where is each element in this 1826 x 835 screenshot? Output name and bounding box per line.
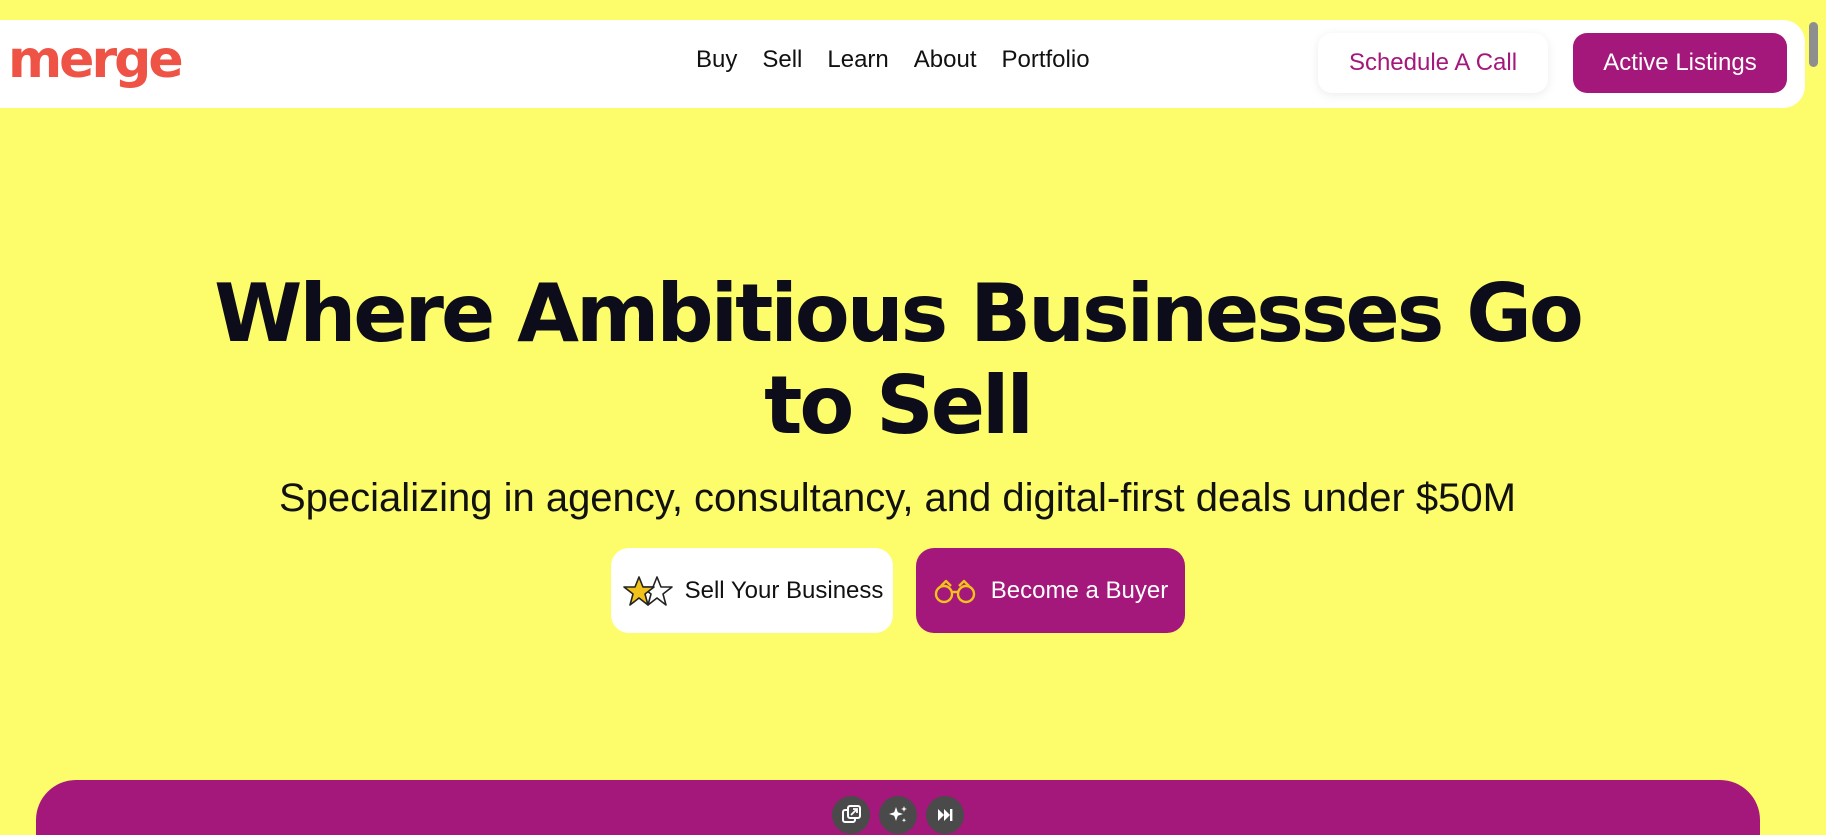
hero-title: Where Ambitious Businesses Go to Sell	[200, 268, 1595, 452]
sparkle-icon[interactable]	[879, 796, 917, 834]
become-buyer-label: Become a Buyer	[990, 576, 1169, 604]
site-header: merge Buy Sell Learn About Portfolio Sch…	[0, 20, 1805, 108]
hero-title-line1: Where Ambitious Businesses Go	[214, 267, 1584, 360]
skip-next-icon[interactable]	[926, 796, 964, 834]
schedule-call-button[interactable]: Schedule A Call	[1318, 33, 1548, 93]
active-listings-button[interactable]: Active Listings	[1573, 33, 1787, 93]
main-nav: Buy Sell Learn About Portfolio	[696, 48, 1090, 72]
sell-business-button[interactable]: Sell Your Business	[611, 548, 893, 633]
nav-portfolio-link[interactable]: Portfolio	[1002, 48, 1090, 72]
media-controls	[832, 796, 964, 834]
hero-title-line2: to Sell	[764, 359, 1034, 452]
nav-buy-link[interactable]: Buy	[696, 48, 737, 72]
logo[interactable]: merge	[8, 34, 184, 86]
hero-subtitle: Specializing in agency, consultancy, and…	[279, 476, 1516, 520]
nav-about-link[interactable]: About	[914, 48, 977, 72]
stars-icon	[621, 573, 679, 609]
nav-learn-link[interactable]: Learn	[827, 48, 888, 72]
binoculars-icon	[933, 577, 977, 605]
sell-business-label: Sell Your Business	[684, 576, 884, 604]
scrollbar-thumb[interactable]	[1809, 22, 1818, 67]
page-scrollbar[interactable]	[1805, 0, 1826, 835]
picture-in-picture-icon[interactable]	[832, 796, 870, 834]
nav-sell-link[interactable]: Sell	[762, 48, 802, 72]
become-buyer-button[interactable]: Become a Buyer	[916, 548, 1185, 633]
